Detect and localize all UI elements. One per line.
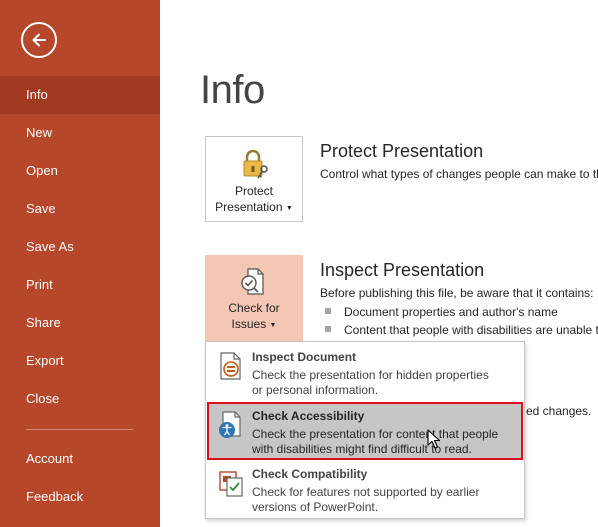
protect-presentation-button[interactable]: Protect Presentation ▼	[205, 136, 303, 222]
inspect-bullet: Document properties and author's name	[325, 305, 558, 319]
menu-item-check-compatibility[interactable]: Check Compatibility Check for features n…	[207, 460, 523, 518]
menu-item-description: Check the presentation for content that …	[252, 427, 499, 456]
back-button[interactable]	[21, 22, 57, 58]
check-issues-label-2: Issues ▼	[231, 317, 277, 331]
menu-item-description: Check the presentation for hidden proper…	[252, 368, 489, 397]
check-for-issues-menu: Inspect Document Check the presentation …	[205, 341, 525, 519]
page-title: Info	[200, 68, 265, 112]
sidebar-item-new[interactable]: New	[0, 114, 160, 152]
chevron-down-icon: ▼	[285, 205, 293, 212]
compatibility-icon	[219, 471, 243, 497]
menu-item-title: Check Compatibility	[252, 467, 368, 481]
inspect-heading: Inspect Presentation	[320, 260, 485, 280]
mouse-cursor-icon	[427, 429, 441, 449]
check-issues-label-1: Check for	[228, 301, 280, 315]
sidebar-item-export[interactable]: Export	[0, 342, 160, 380]
menu-item-title: Inspect Document	[252, 350, 357, 364]
accessibility-icon	[219, 411, 241, 438]
menu-item-description: Check for features not supported by earl…	[252, 485, 480, 514]
protect-heading: Protect Presentation	[320, 141, 484, 161]
sidebar-divider	[26, 429, 133, 430]
sidebar-item-save[interactable]: Save	[0, 190, 160, 228]
inspect-bullet: Content that people with disabilities ar…	[325, 323, 598, 337]
protect-button-label-1: Protect	[234, 184, 273, 198]
protect-button-label-2: Presentation ▼	[215, 200, 293, 214]
check-for-issues-button[interactable]: Check for Issues ▼	[205, 255, 303, 341]
sidebar-item-feedback[interactable]: Feedback	[0, 478, 160, 516]
sidebar-item-save-as[interactable]: Save As	[0, 228, 160, 266]
back-arrow-icon	[32, 33, 46, 47]
lock-key-icon	[243, 149, 268, 179]
inspect-document-icon	[220, 352, 241, 380]
sidebar-item-open[interactable]: Open	[0, 152, 160, 190]
sidebar-item-info[interactable]: Info	[0, 76, 160, 114]
backstage-sidebar: Info New Open Save Save As Print Share E…	[0, 0, 160, 527]
sidebar-item-share[interactable]: Share	[0, 304, 160, 342]
protect-description: Control what types of changes people can…	[320, 167, 598, 181]
partial-text: ed changes.	[526, 404, 592, 418]
menu-item-check-accessibility[interactable]: Check Accessibility Check the presentati…	[207, 402, 523, 460]
menu-item-title: Check Accessibility	[252, 409, 365, 423]
sidebar-item-print[interactable]: Print	[0, 266, 160, 304]
inspect-description: Before publishing this file, be aware th…	[320, 286, 594, 300]
check-issues-icon	[241, 268, 264, 295]
chevron-down-icon: ▼	[269, 322, 277, 329]
sidebar-item-account[interactable]: Account	[0, 440, 160, 478]
menu-item-inspect-document[interactable]: Inspect Document Check the presentation …	[207, 343, 523, 401]
sidebar-item-close[interactable]: Close	[0, 380, 160, 418]
